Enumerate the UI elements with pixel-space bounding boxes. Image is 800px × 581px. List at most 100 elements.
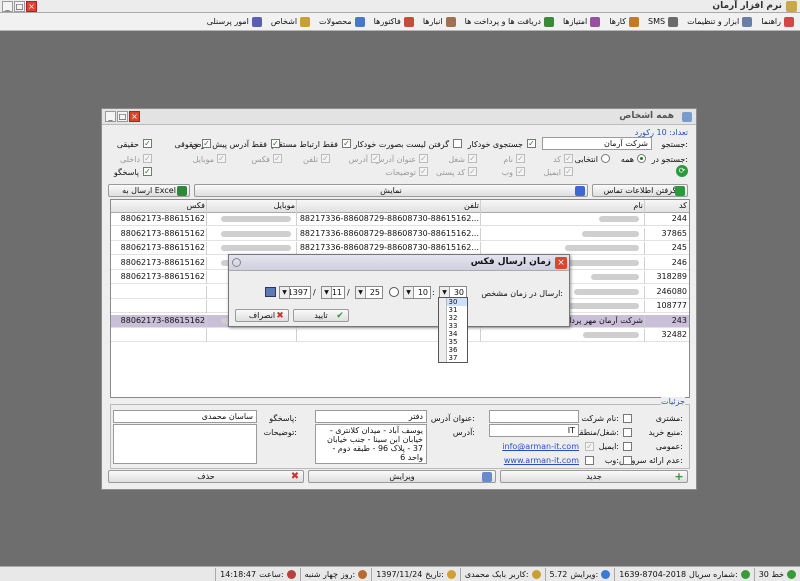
menu-item-9[interactable]: اشخاص — [271, 16, 311, 27]
maximize-button[interactable]: □ — [117, 111, 128, 122]
web-checkbox[interactable] — [585, 456, 594, 465]
selective-radio[interactable] — [601, 154, 610, 163]
close-icon[interactable]: × — [555, 257, 567, 269]
source-label: منبع خرید: — [648, 428, 683, 437]
menu-icon — [300, 16, 311, 27]
hour-select[interactable]: ▼ 10 — [403, 286, 431, 299]
column-header-fax[interactable]: فکس — [113, 201, 205, 210]
table-row[interactable]: 37865 88217336-88608729-88608730-88615162… — [111, 227, 689, 241]
status-date: تاریخ: 1397/11/24 — [371, 567, 460, 581]
search-in-label: جستجو در: — [651, 155, 688, 164]
month-select[interactable]: ▼ 11 — [321, 286, 345, 299]
menu-item-1[interactable]: ابزار و تنظیمات — [687, 16, 753, 27]
app-icon — [786, 1, 797, 12]
all-radio[interactable] — [637, 154, 646, 163]
selective-label: انتخابی — [574, 155, 598, 164]
status-user: کاربر: بابک محمدی — [459, 567, 545, 581]
refresh-icon[interactable]: ⟳ — [676, 165, 688, 177]
column-header-mobile[interactable]: موبایل — [209, 201, 295, 210]
scrollbar[interactable] — [439, 298, 447, 362]
menu-item-7[interactable]: فاکتورها — [374, 16, 414, 27]
field-checkbox[interactable]: ✓ — [143, 154, 152, 163]
auto-list-checkbox[interactable] — [453, 139, 462, 148]
minimize-button[interactable]: _ — [105, 111, 116, 122]
responder-field[interactable]: ساسان محمدی — [113, 410, 257, 423]
record-count: تعداد: 10 رکورد — [634, 128, 688, 137]
field-label: کد — [552, 155, 561, 164]
redacted-name — [591, 274, 639, 280]
responder-checkbox[interactable]: ✓ — [143, 167, 152, 176]
minimize-button[interactable]: _ — [2, 1, 13, 12]
delete-button[interactable]: ✖ حذف — [108, 470, 304, 483]
field-checkbox[interactable]: ✓ — [273, 154, 282, 163]
field-checkbox[interactable]: ✓ — [564, 154, 573, 163]
menu-icon — [403, 16, 414, 27]
field-checkbox[interactable]: ✓ — [419, 167, 428, 176]
calendar-icon[interactable] — [265, 287, 276, 297]
source-checkbox[interactable] — [623, 428, 632, 437]
people-window-title: همه اشخاص — [619, 111, 674, 121]
cell-fax: 88062173-88615162 — [120, 257, 205, 267]
public-checkbox[interactable] — [623, 442, 632, 451]
day-select[interactable]: ▼ 25 — [355, 286, 383, 299]
table-row[interactable]: 32482 — [111, 329, 689, 342]
column-header-name[interactable]: نام — [483, 201, 643, 210]
field-checkbox[interactable]: ✓ — [419, 154, 428, 163]
field-checkbox[interactable]: ✓ — [371, 154, 380, 163]
maximize-button[interactable]: □ — [14, 1, 25, 12]
field-checkbox[interactable]: ✓ — [217, 154, 226, 163]
menu-item-10[interactable]: امور پرسنلی — [207, 16, 262, 27]
table-row[interactable]: 244 88217336-88608729-88608730-88615162..… — [111, 213, 689, 226]
excel-button[interactable]: ارسال به Excel — [108, 184, 190, 197]
no-service-checkbox[interactable] — [623, 456, 632, 465]
web-link[interactable]: www.arman-it.com — [504, 456, 579, 465]
real-checkbox[interactable]: ✓ — [143, 139, 152, 148]
field-checkbox[interactable]: ✓ — [321, 154, 330, 163]
column-header-code[interactable]: کد — [647, 201, 687, 210]
new-button[interactable]: + جدید — [500, 470, 688, 483]
address-title-field[interactable]: دفتر — [315, 410, 427, 423]
customer-checkbox[interactable] — [623, 414, 632, 423]
menu-item-5[interactable]: دریافت ها و پرداخت ها — [465, 16, 554, 27]
year-select[interactable]: ▼ 1397 — [279, 286, 311, 299]
ok-button[interactable]: ✔ تایید — [293, 309, 349, 322]
notes-field[interactable] — [113, 424, 257, 464]
field-checkbox[interactable]: ✓ — [516, 167, 525, 176]
email-checkbox[interactable]: ✓ — [585, 442, 594, 451]
menu-item-0[interactable]: راهنما — [761, 16, 794, 27]
auto-search-checkbox[interactable]: ✓ — [527, 139, 536, 148]
edit-button[interactable]: ویرایش — [308, 470, 496, 483]
redacted-name — [582, 230, 639, 237]
menu-item-8[interactable]: محصولات — [319, 16, 365, 27]
field-label: توضیحات — [385, 168, 416, 177]
status-day: روز: چهار شنبه — [299, 567, 372, 581]
minute-dropdown-list[interactable]: 30 31 32 33 34 35 36 37 — [438, 297, 468, 363]
web-label: وب: — [604, 456, 619, 465]
menu-item-2[interactable]: SMS — [648, 16, 679, 27]
column-header-phone[interactable]: تلفن — [299, 201, 479, 210]
phone-icon — [675, 186, 685, 196]
menu-item-3[interactable]: کارها — [609, 16, 640, 27]
job-field[interactable]: IT — [489, 424, 579, 437]
address-field[interactable]: یوسف آباد - میدان کلانتری - خیابان ابن س… — [315, 424, 427, 464]
direct-only-checkbox[interactable]: ✓ — [342, 139, 351, 148]
close-button[interactable]: × — [26, 1, 37, 12]
search-input[interactable]: شرکت آرمان — [542, 137, 652, 150]
address-title-label: عنوان آدرس: — [430, 414, 475, 423]
legal-checkbox[interactable]: ✓ — [202, 139, 211, 148]
cell-code: 32482 — [661, 330, 687, 339]
status-icon — [601, 569, 611, 579]
close-button[interactable]: × — [129, 111, 140, 122]
company-name-field[interactable] — [489, 410, 579, 423]
field-checkbox[interactable]: ✓ — [516, 154, 525, 163]
menu-item-4[interactable]: امتیازها — [563, 16, 601, 27]
default-address-checkbox[interactable]: ✓ — [271, 139, 280, 148]
get-contacts-button[interactable]: گرفتن اطلاعات تماس — [592, 184, 688, 197]
field-checkbox[interactable]: ✓ — [468, 167, 477, 176]
cancel-button[interactable]: ✖ انصراف — [235, 309, 289, 322]
show-button[interactable]: نمایش — [194, 184, 588, 197]
field-checkbox[interactable]: ✓ — [564, 167, 573, 176]
field-checkbox[interactable]: ✓ — [468, 154, 477, 163]
email-link[interactable]: info@arman-it.com — [502, 442, 579, 451]
menu-item-6[interactable]: انبارها — [423, 16, 456, 27]
